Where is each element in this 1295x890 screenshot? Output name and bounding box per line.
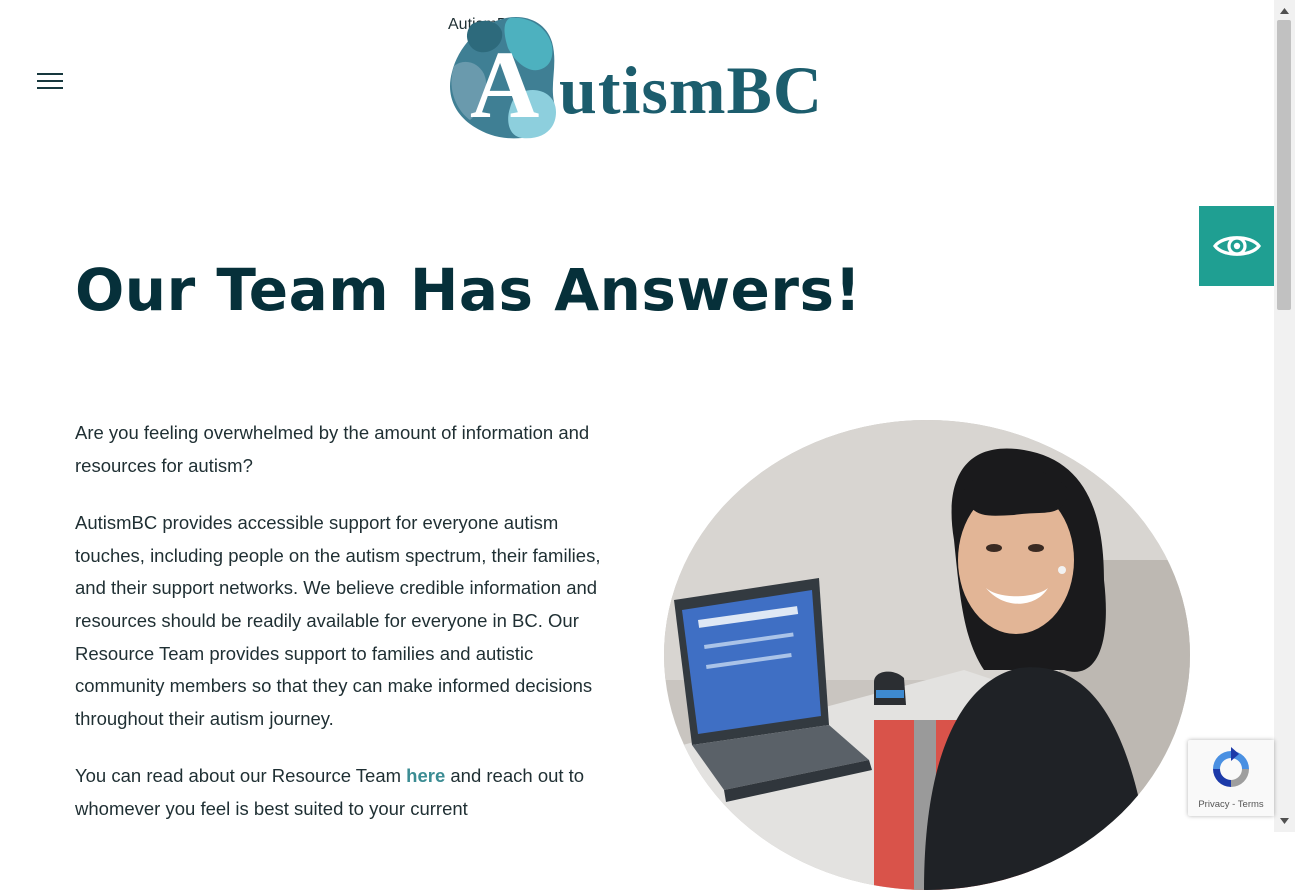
intro-text: Are you feeling overwhelmed by the amoun… [75,417,615,851]
menu-line [37,80,63,82]
paragraph: You can read about our Resource Team her… [75,760,615,825]
menu-line [37,73,63,75]
recaptcha-icon [1213,747,1249,787]
autismbc-logo[interactable]: A utismBC AutismBC [448,16,828,141]
paragraph: Are you feeling overwhelmed by the amoun… [75,422,590,476]
photo-illustration [664,420,1190,890]
paragraph-text: You can read about our Resource Team [75,765,407,787]
team-member-photo [664,420,1190,890]
vertical-scrollbar[interactable] [1274,0,1295,832]
svg-text:A: A [470,31,539,138]
separator: - [1229,799,1238,810]
page-title: Our Team Has Answers! [75,256,862,324]
scrollbar-thumb[interactable] [1277,20,1291,310]
terms-link[interactable]: Terms [1238,799,1264,810]
hamburger-menu-icon[interactable] [37,70,63,92]
scroll-down-arrow-icon[interactable] [1274,812,1295,830]
recaptcha-badge[interactable]: Privacy - Terms [1188,740,1274,816]
logo-mark-icon: A [450,17,556,139]
logo-wordmark: utismBC [559,52,823,128]
accessibility-button[interactable] [1199,206,1274,286]
privacy-link[interactable]: Privacy [1198,799,1229,810]
menu-line [37,87,63,89]
recaptcha-links: Privacy - Terms [1188,799,1274,810]
scroll-up-arrow-icon[interactable] [1274,2,1295,20]
paragraph: AutismBC provides accessible support for… [75,512,601,729]
eye-icon [1212,236,1261,256]
resource-team-link[interactable]: here [406,765,445,786]
